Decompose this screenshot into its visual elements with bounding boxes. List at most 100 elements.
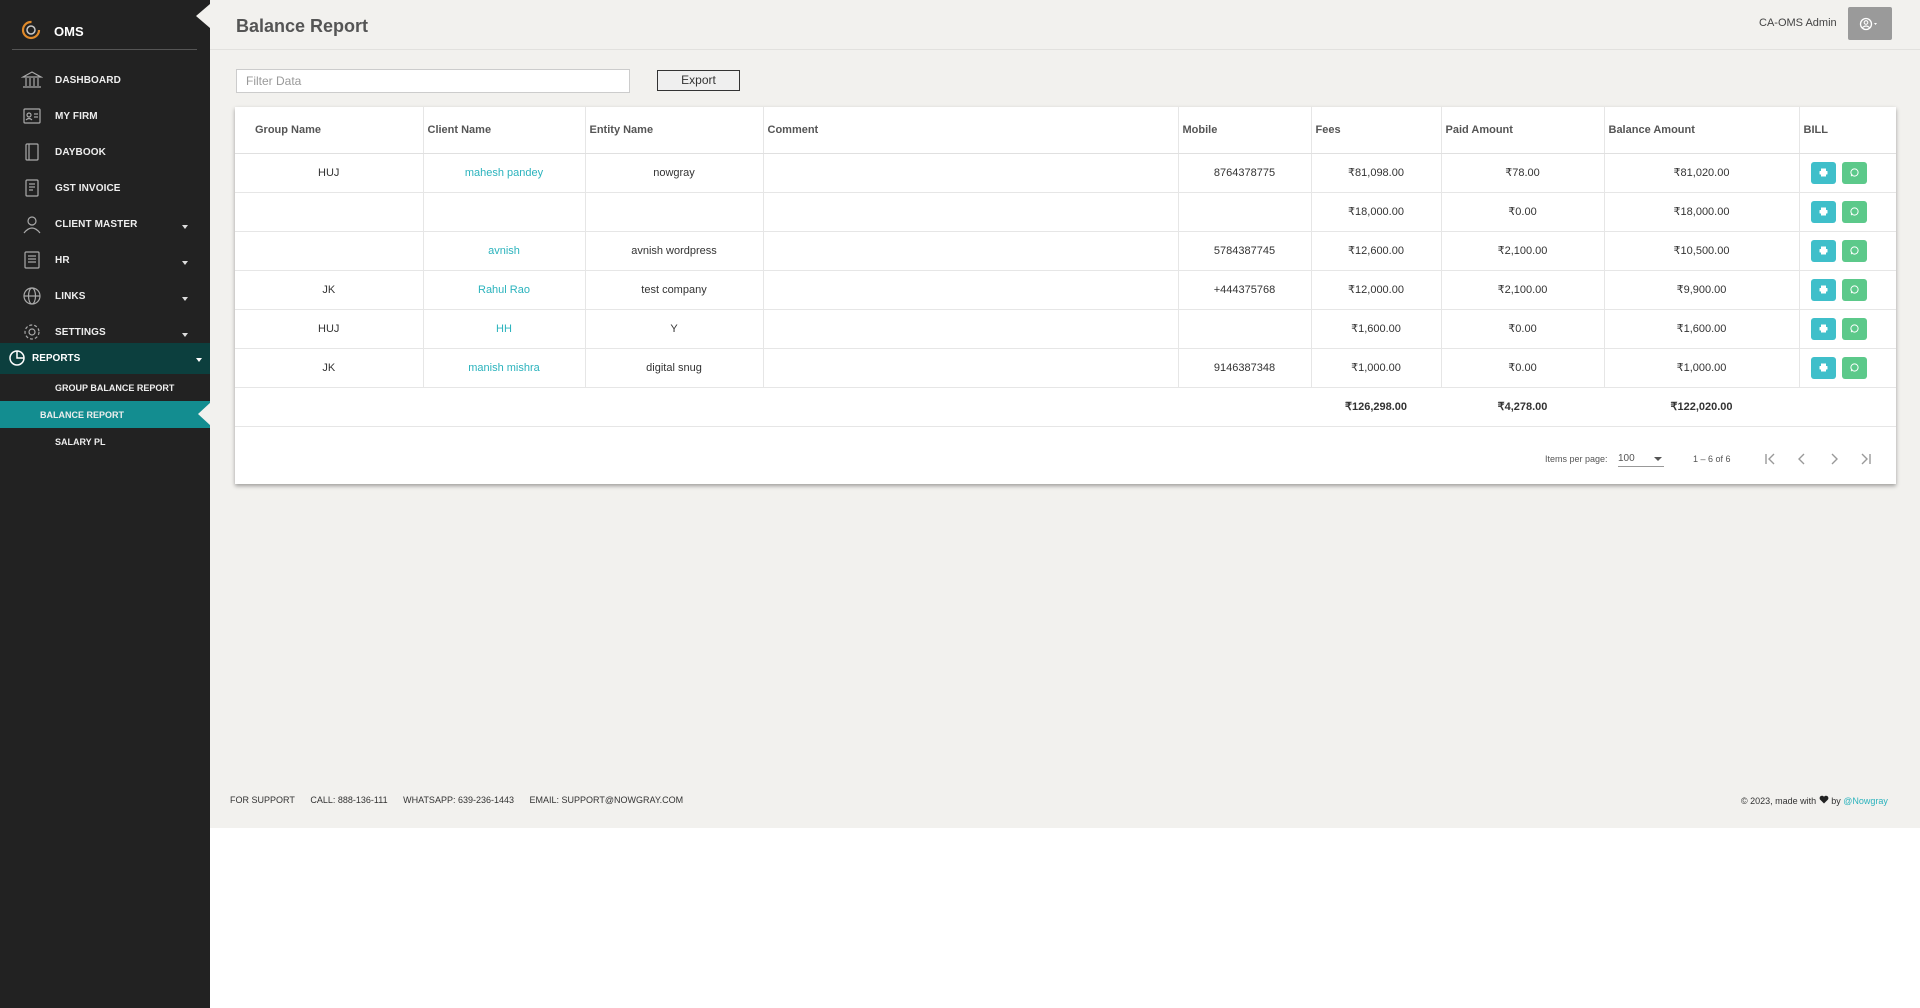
sidebar-item-client-master[interactable]: CLIENT MASTER: [0, 206, 210, 242]
sidebar-item-daybook[interactable]: DAYBOOK: [0, 134, 210, 170]
bill-cell: [1799, 192, 1896, 232]
last-page-icon[interactable]: [1857, 450, 1875, 468]
page-size-select[interactable]: 100: [1618, 450, 1664, 467]
balance-table: Group Name Client Name Entity Name Comme…: [235, 107, 1896, 427]
paginator: Items per page: 100 1 – 6 of 6: [235, 444, 1896, 474]
sidebar-item-hr[interactable]: HR: [0, 242, 210, 278]
column-header[interactable]: Balance Amount: [1604, 107, 1800, 154]
whatsapp-bill-button[interactable]: [1841, 317, 1867, 340]
whatsapp-bill-button[interactable]: [1841, 356, 1867, 379]
sidebar-item-label: DAYBOOK: [55, 147, 106, 158]
print-bill-button[interactable]: [1810, 356, 1836, 379]
user-menu-button[interactable]: [1848, 7, 1892, 40]
bank-icon: [21, 71, 43, 88]
whatsapp-bill-button[interactable]: [1841, 239, 1867, 262]
balance-amount-cell: ₹1,000.00: [1604, 348, 1800, 388]
entity-name-cell: nowgray: [585, 153, 764, 193]
empty-cell: [1799, 387, 1896, 427]
user-name: CA-OMS Admin: [1759, 17, 1837, 29]
paid-amount-cell: ₹0.00: [1441, 348, 1605, 388]
sidebar-item-reports[interactable]: REPORTS: [0, 343, 210, 374]
print-bill-button[interactable]: [1810, 278, 1836, 301]
fees-cell: ₹1,600.00: [1311, 309, 1442, 349]
filter-input[interactable]: [236, 69, 630, 93]
sidebar-item-dashboard[interactable]: DASHBOARD: [0, 62, 210, 98]
items-per-page-label: Items per page:: [1545, 454, 1608, 464]
bill-cell: [1799, 231, 1896, 271]
user-circle-icon: [1859, 17, 1877, 30]
sidebar-item-my-firm[interactable]: MY FIRM: [0, 98, 210, 134]
whatsapp-icon: [1849, 323, 1859, 333]
balance-amount-cell: ₹10,500.00: [1604, 231, 1800, 271]
client-name-cell[interactable]: avnish: [423, 231, 586, 271]
whatsapp-icon: [1849, 206, 1859, 216]
mobile-cell: 8764378775: [1178, 153, 1312, 193]
table-row: JK Rahul Rao test company +444375768 ₹12,000…: [235, 270, 1896, 310]
sidebar-subitem-balance-report[interactable]: BALANCE REPORT: [0, 401, 211, 428]
comment-cell: [763, 231, 1179, 271]
whatsapp-bill-button[interactable]: [1841, 278, 1867, 301]
page-header: Balance Report CA-OMS Admin: [210, 0, 1920, 50]
column-header[interactable]: Mobile: [1178, 107, 1312, 154]
previous-page-icon[interactable]: [1793, 450, 1811, 468]
balance-amount-cell: ₹1,600.00: [1604, 309, 1800, 349]
mobile-cell: +444375768: [1178, 270, 1312, 310]
client-name-cell[interactable]: Rahul Rao: [423, 270, 586, 310]
print-bill-button[interactable]: [1810, 239, 1836, 262]
mobile-cell: [1178, 309, 1312, 349]
group-name-cell: [235, 192, 424, 232]
firm-icon: [23, 108, 41, 124]
support-whatsapp: WHATSAPP: 639-236-1443: [403, 795, 514, 805]
sidebar-item-label: REPORTS: [32, 353, 81, 364]
sidebar-item-label: HR: [55, 255, 70, 266]
column-header[interactable]: Paid Amount: [1441, 107, 1605, 154]
bill-cell: [1799, 309, 1896, 349]
export-button[interactable]: Export: [657, 70, 740, 91]
sidebar-toggle-notch[interactable]: [196, 4, 210, 28]
next-page-icon[interactable]: [1825, 450, 1843, 468]
sidebar-item-gst-invoice[interactable]: GST INVOICE: [0, 170, 210, 206]
print-bill-button[interactable]: [1810, 200, 1836, 223]
column-header[interactable]: Comment: [763, 107, 1179, 154]
entity-name-cell: [585, 192, 764, 232]
paid-amount-cell: ₹78.00: [1441, 153, 1605, 193]
entity-name-cell: test company: [585, 270, 764, 310]
sidebar-subitem-salary-pl[interactable]: SALARY PL: [0, 428, 210, 455]
print-bill-button[interactable]: [1810, 317, 1836, 340]
copyright: © 2023, made with by @Nowgray: [1741, 795, 1888, 806]
comment-cell: [763, 192, 1179, 232]
printer-icon: [1819, 207, 1827, 215]
table-row: HUJ HH Y ₹1,600.00 ₹0.00 ₹1,600.00: [235, 309, 1896, 349]
brand[interactable]: OMS: [12, 10, 197, 50]
sidebar: OMS DASHBOARD MY FIRM DAYBOOK GST INVOIC…: [0, 0, 211, 1008]
first-page-icon[interactable]: [1761, 450, 1779, 468]
printer-icon: [1819, 285, 1827, 293]
group-name-cell: HUJ: [235, 309, 424, 349]
balance-table-card: Group Name Client Name Entity Name Comme…: [235, 107, 1896, 484]
empty-cell: [585, 387, 763, 427]
client-name-cell[interactable]: mahesh pandey: [423, 153, 586, 193]
sidebar-item-links[interactable]: LINKS: [0, 278, 210, 314]
column-header[interactable]: Client Name: [423, 107, 586, 154]
column-header[interactable]: Fees: [1311, 107, 1442, 154]
whatsapp-bill-button[interactable]: [1841, 200, 1867, 223]
whatsapp-icon: [1849, 362, 1859, 372]
printer-icon: [1819, 168, 1827, 176]
client-name-cell: [423, 192, 586, 232]
whatsapp-icon: [1849, 284, 1859, 294]
column-header[interactable]: Group Name: [235, 107, 424, 154]
whatsapp-bill-button[interactable]: [1841, 161, 1867, 184]
document-icon: [24, 251, 40, 269]
print-bill-button[interactable]: [1810, 161, 1836, 184]
client-name-cell[interactable]: HH: [423, 309, 586, 349]
entity-name-cell: avnish wordpress: [585, 231, 764, 271]
paid-amount-cell: ₹2,100.00: [1441, 270, 1605, 310]
sidebar-subitem-group-balance-report[interactable]: GROUP BALANCE REPORT: [0, 374, 210, 401]
column-header[interactable]: Entity Name: [585, 107, 764, 154]
empty-cell: [423, 387, 585, 427]
nowgray-link[interactable]: @Nowgray: [1843, 796, 1888, 806]
client-name-cell[interactable]: manish mishra: [423, 348, 586, 388]
paid-amount-cell: ₹0.00: [1441, 309, 1605, 349]
sidebar-item-label: DASHBOARD: [55, 75, 121, 86]
support-email: EMAIL: SUPPORT@NOWGRAY.COM: [529, 795, 684, 805]
